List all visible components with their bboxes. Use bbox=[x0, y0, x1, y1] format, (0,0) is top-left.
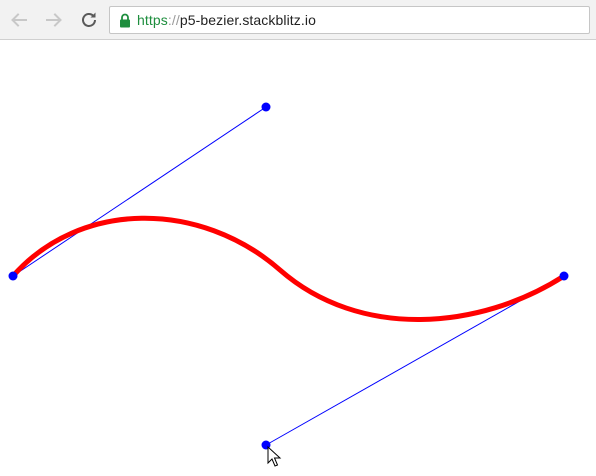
arrow-left-icon bbox=[11, 13, 27, 27]
forward-button[interactable] bbox=[42, 8, 66, 32]
url-text[interactable]: https://p5-bezier.stackblitz.io bbox=[137, 12, 316, 28]
control-line-start bbox=[12, 106, 267, 277]
lock-icon bbox=[118, 12, 132, 28]
control-point-1[interactable] bbox=[261, 102, 271, 112]
url-scheme: https bbox=[137, 12, 168, 28]
address-bar[interactable]: https://p5-bezier.stackblitz.io bbox=[109, 6, 590, 34]
reload-icon bbox=[82, 12, 96, 27]
anchor-point-start[interactable] bbox=[8, 271, 18, 281]
reload-button[interactable] bbox=[77, 8, 101, 32]
mouse-cursor-icon bbox=[267, 445, 282, 467]
url-host: p5-bezier.stackblitz.io bbox=[179, 12, 316, 28]
anchor-point-end[interactable] bbox=[559, 271, 569, 281]
back-button[interactable] bbox=[7, 8, 31, 32]
browser-toolbar: https://p5-bezier.stackblitz.io bbox=[0, 0, 596, 40]
arrow-right-icon bbox=[46, 13, 62, 27]
url-separator: :// bbox=[167, 12, 180, 28]
bezier-sketch[interactable] bbox=[0, 41, 596, 476]
bezier-curve bbox=[10, 215, 567, 322]
sketch-canvas[interactable] bbox=[0, 41, 596, 476]
